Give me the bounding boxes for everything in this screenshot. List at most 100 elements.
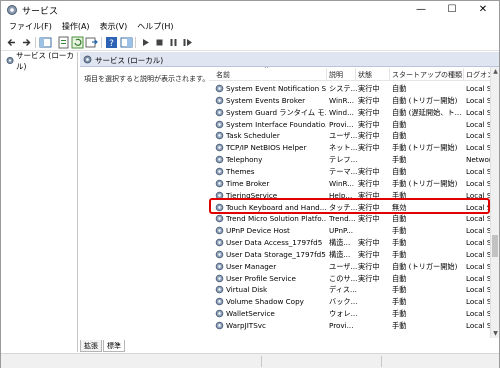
service-row[interactable]: TCP/IP NetBIOS Helper ネット... 実行中 手動 (トリガー開始… — [209, 142, 490, 154]
start-icon[interactable] — [139, 36, 152, 49]
column-header-status[interactable]: 状態 — [358, 70, 372, 80]
service-logon: Local S — [466, 178, 490, 188]
service-row[interactable]: User Data Access_1797fd5 構造... 実行中 手動 Local … — [209, 237, 490, 249]
service-description: システ... — [329, 84, 357, 93]
tab-extended[interactable]: 拡張 — [80, 340, 102, 352]
service-row[interactable]: Themes テーマ... 実行中 自動 Local S — [209, 166, 490, 178]
tree-item-services-local[interactable]: サービス (ローカル) — [6, 51, 77, 71]
gear-icon — [215, 238, 224, 247]
service-status: 実行中 — [358, 84, 380, 93]
service-row[interactable]: Task Scheduler ユーザ... 実行中 自動 Local S — [209, 130, 490, 142]
service-row[interactable]: User Data Storage_1797fd5 構造... 実行中 手動 Local… — [209, 249, 490, 261]
sort-ascending-icon: ^ — [264, 67, 270, 73]
service-row[interactable]: WarpJITSvc Provi... 手動 Local S — [209, 320, 490, 332]
service-row[interactable]: System Interface Foundatio... Provi... 実行中… — [209, 119, 490, 131]
refresh-icon[interactable] — [71, 36, 84, 49]
menu-file[interactable]: ファイル(F) — [6, 19, 57, 33]
gear-icon — [215, 120, 224, 128]
service-name: User Manager — [226, 261, 277, 271]
minimize-button[interactable]: — — [406, 1, 436, 19]
service-name: System Interface Foundatio... — [226, 119, 326, 129]
column-separator[interactable] — [389, 68, 390, 80]
column-header-description[interactable]: 説明 — [329, 70, 343, 80]
pause-icon[interactable] — [167, 36, 180, 49]
export-icon[interactable] — [85, 36, 98, 49]
toolbar-separator — [35, 37, 36, 48]
service-startup-type: 手動 — [392, 155, 407, 165]
service-description: テーマ... — [329, 166, 357, 176]
service-logon: Local S — [466, 297, 490, 307]
gear-icon — [215, 286, 224, 294]
service-status: 実行中 — [358, 107, 380, 117]
service-logon: Local S — [466, 273, 490, 283]
service-description: Wind... — [329, 107, 354, 117]
pane-title: サービス (ローカル) — [95, 56, 164, 65]
back-icon[interactable] — [5, 36, 18, 49]
highlight-box — [209, 198, 490, 214]
description-panel: 項目を選択すると説明が表示されます。 — [80, 67, 209, 338]
service-row[interactable]: Virtual Disk ディス... 手動 Local S — [209, 284, 490, 296]
service-name: User Profile Service — [226, 273, 296, 283]
properties-icon[interactable] — [57, 36, 70, 49]
window-title: サービス — [22, 7, 59, 17]
column-header-startup-type[interactable]: スタートアップの種類 — [392, 70, 462, 80]
menu-view[interactable]: 表示(V) — [97, 19, 133, 33]
service-row[interactable]: Trend Micro Solution Platfo... Trend... 実行… — [209, 213, 490, 225]
service-row[interactable]: UPnP Device Host UPnP... 手動 Local S — [209, 225, 490, 237]
service-row[interactable]: WalletService ウォレ... 手動 Local S — [209, 308, 490, 320]
maximize-button[interactable]: ☐ — [437, 1, 467, 19]
service-name: Telephony — [226, 155, 263, 165]
menu-action[interactable]: 操作(A) — [59, 19, 95, 33]
service-startup-type: 手動 (トリガー開始) — [392, 143, 458, 153]
service-name: System Event Notification S... — [226, 84, 326, 93]
service-row[interactable]: Time Broker WinR... 実行中 手動 (トリガー開始) Local S — [209, 178, 490, 190]
stop-icon[interactable] — [153, 36, 166, 49]
service-row[interactable]: Telephony テレフ... 手動 Networ — [209, 154, 490, 166]
service-startup-type: 手動 (トリガー開始) — [392, 178, 458, 188]
service-name: Trend Micro Solution Platfo... — [226, 214, 326, 224]
service-startup-type: 自動 — [392, 131, 407, 141]
column-separator[interactable] — [355, 68, 356, 80]
column-header-logon[interactable]: ログオン — [466, 70, 490, 80]
vertical-scrollbar[interactable]: ▲ ▼ — [490, 67, 499, 338]
service-row[interactable]: System Event Notification S... システ... 実行中 自… — [209, 83, 490, 95]
service-logon: Local S — [466, 107, 490, 117]
gear-icon — [215, 297, 224, 306]
service-logon: Local S — [466, 95, 490, 105]
help-icon[interactable]: ? — [105, 36, 118, 49]
scroll-up-icon[interactable]: ▲ — [491, 67, 500, 76]
gear-icon — [215, 179, 224, 188]
service-description: ウォレ... — [329, 309, 357, 319]
service-row[interactable]: User Manager ユーザ... 実行中 自動 (トリガー開始) Local S — [209, 261, 490, 273]
service-description: UPnP... — [329, 226, 354, 236]
tab-standard[interactable]: 標準 — [103, 340, 125, 352]
service-startup-type: 自動 — [392, 119, 407, 129]
view-icon[interactable] — [120, 36, 133, 49]
service-row[interactable]: Volume Shadow Copy バック... 手動 Local S — [209, 296, 490, 308]
service-row[interactable]: User Profile Service このサ... 実行中 自動 Local S — [209, 273, 490, 285]
service-description: ユーザ... — [329, 261, 357, 271]
service-startup-type: 自動 — [392, 84, 407, 93]
forward-icon[interactable] — [20, 36, 33, 49]
svg-text:?: ? — [109, 39, 114, 49]
service-logon: Local S — [466, 285, 490, 295]
service-name: UPnP Device Host — [226, 226, 290, 236]
column-separator[interactable] — [463, 68, 464, 80]
restart-icon[interactable] — [181, 36, 194, 49]
toolbar-separator — [135, 37, 136, 48]
console-tree-icon[interactable] — [39, 36, 52, 49]
service-name: Volume Shadow Copy — [226, 297, 304, 307]
close-button[interactable]: ✕ — [468, 1, 498, 19]
service-row[interactable]: System Guard ランタイム モニ...Wind... 実行中 自動 (遅延… — [209, 107, 490, 119]
service-row[interactable]: System Events Broker WinR... 実行中 自動 (トリガー開始… — [209, 95, 490, 107]
column-separator[interactable] — [326, 68, 327, 80]
gear-icon — [215, 143, 224, 152]
service-description: テレフ... — [329, 155, 357, 165]
menu-help[interactable]: ヘルプ(H) — [134, 19, 178, 33]
service-startup-type: 手動 — [392, 309, 407, 319]
column-header-name[interactable]: 名前 — [216, 70, 230, 80]
service-name: System Events Broker — [226, 95, 306, 105]
service-description: 構造... — [329, 238, 351, 248]
scroll-down-icon[interactable]: ▼ — [491, 329, 500, 338]
scrollbar-thumb[interactable] — [492, 235, 498, 257]
